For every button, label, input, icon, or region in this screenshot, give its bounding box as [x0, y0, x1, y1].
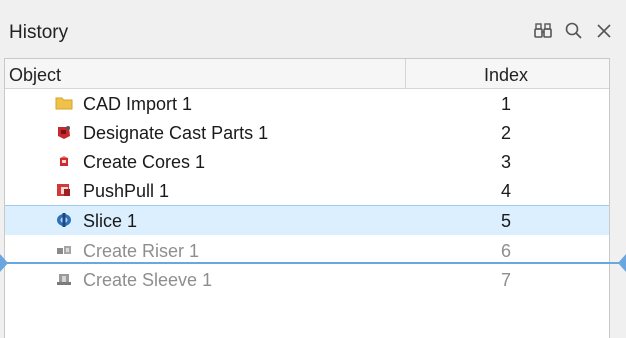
table-row-selected[interactable]: Slice 1 5	[5, 205, 609, 235]
riser-icon	[55, 242, 73, 258]
cores-icon	[55, 153, 73, 169]
table-row[interactable]: Create Sleeve 1 7	[5, 265, 609, 294]
row-index: 4	[500, 181, 511, 201]
table-row[interactable]: Designate Cast Parts 1 2	[5, 118, 609, 147]
row-index: 6	[500, 241, 511, 261]
row-label: Create Sleeve 1	[83, 270, 213, 290]
row-index: 7	[500, 270, 511, 290]
close-icon[interactable]	[592, 19, 616, 43]
folder-icon	[55, 95, 73, 111]
table-row[interactable]: PushPull 1 4	[5, 176, 609, 205]
history-table: Object Index CAD Import 1 1 Designate Ca…	[4, 58, 610, 338]
marker-handle-left[interactable]	[0, 254, 8, 272]
row-label: PushPull 1	[83, 181, 170, 201]
row-label: Create Cores 1	[83, 152, 206, 172]
row-label: CAD Import 1	[83, 94, 193, 114]
search-icon[interactable]	[562, 19, 586, 43]
marker-handle-right[interactable]	[618, 254, 626, 272]
binoculars-icon[interactable]	[532, 19, 556, 43]
cast-parts-icon	[55, 124, 73, 140]
column-header-index[interactable]: Index	[406, 65, 606, 86]
sleeve-icon	[55, 271, 73, 287]
table-header: Object Index	[5, 59, 609, 89]
slice-icon	[55, 212, 73, 228]
history-rollback-marker[interactable]	[0, 262, 626, 264]
pushpull-icon	[55, 182, 73, 198]
header-toolbar	[532, 18, 616, 44]
history-panel-header: History	[0, 0, 626, 55]
row-label: Create Riser 1	[83, 241, 200, 261]
row-index: 1	[500, 94, 511, 114]
row-index: 2	[500, 123, 511, 143]
column-header-object[interactable]: Object	[9, 65, 61, 86]
row-index: 5	[500, 211, 511, 231]
table-row[interactable]: Create Riser 1 6	[5, 236, 609, 265]
panel-title: History	[9, 22, 69, 43]
row-index: 3	[500, 152, 511, 172]
row-label: Designate Cast Parts 1	[83, 123, 269, 143]
row-label: Slice 1	[83, 211, 138, 231]
table-row[interactable]: CAD Import 1 1	[5, 89, 609, 118]
table-row[interactable]: Create Cores 1 3	[5, 147, 609, 176]
